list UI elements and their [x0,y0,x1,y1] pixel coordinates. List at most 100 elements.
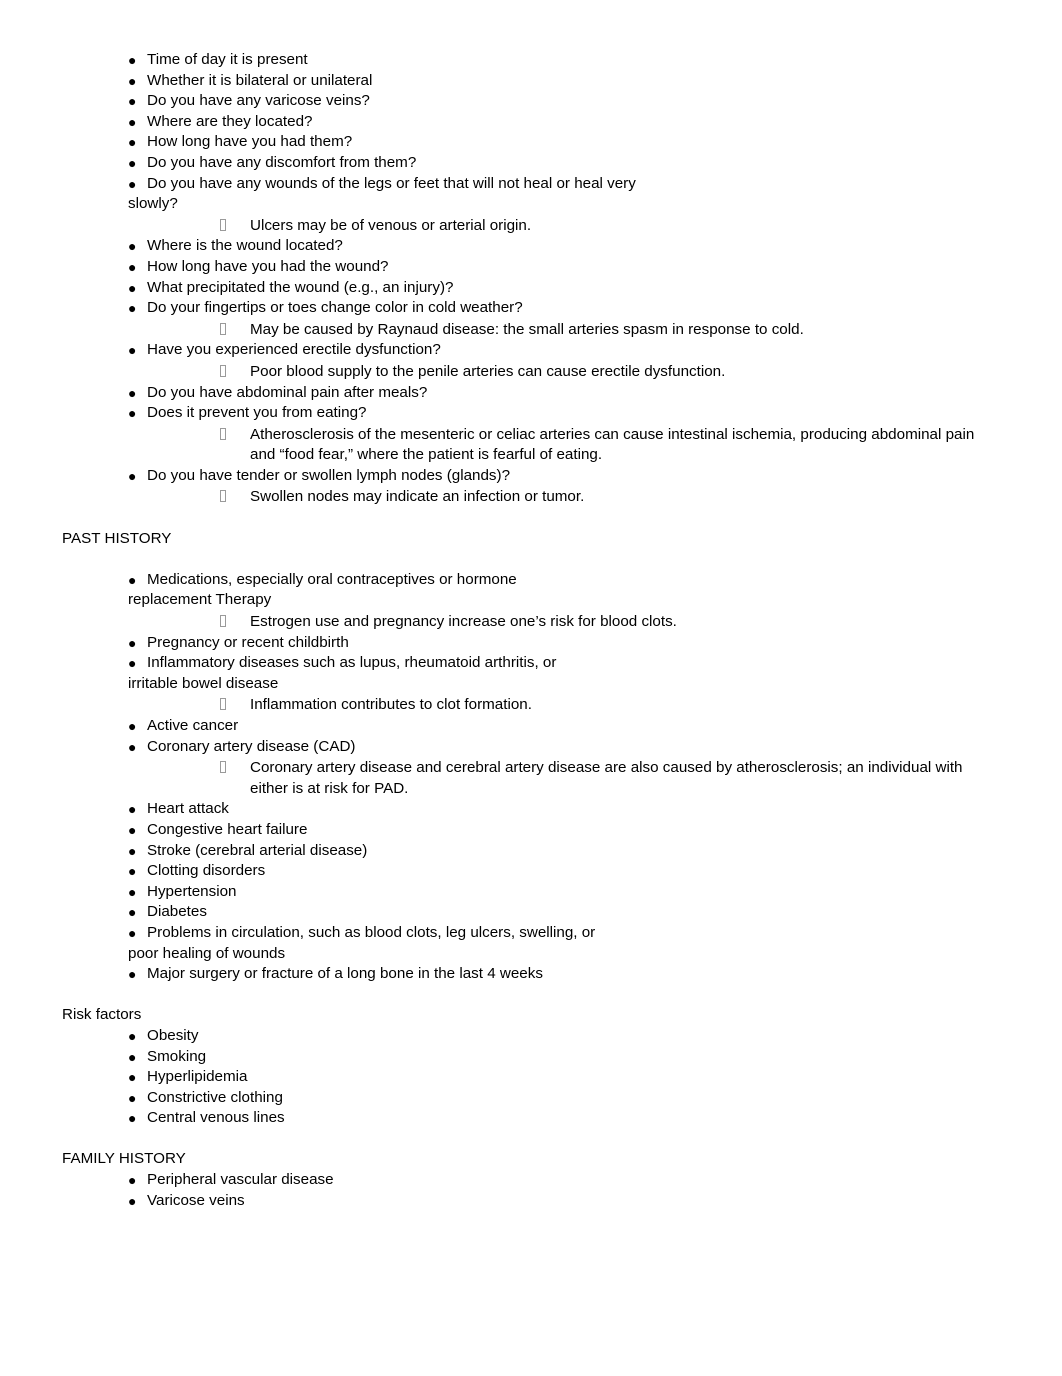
bullet-icon: ● [128,1110,137,1127]
list-item-text: Coronary artery disease (CAD) [147,737,356,755]
bullet-icon: ● [128,1048,137,1065]
list-item-text: Pregnancy or recent childbirth [147,633,349,651]
list-item-text: Medications, especially oral contracepti… [147,570,517,588]
list-item-text: Active cancer [147,717,239,734]
missing-glyph-box-icon [220,486,250,507]
sub-list-item-text: Swollen nodes may indicate an infection … [250,488,585,506]
list-item-text: Heart attack [147,800,229,818]
bullet-icon: ● [128,384,137,401]
bullet-icon: ● [128,93,137,110]
list-item-text: Time of day it is present [147,51,308,68]
bullet-icon: ● [128,238,137,255]
sub-list-item-text: Atherosclerosis of the mesenteric or cel… [250,425,975,464]
list-risk-factors: ● Obesity ● Smoking ● Hyperlipidemia ● Constric… [62,1026,1002,1129]
list-item-text: Where is the wound located? [147,237,343,255]
bullet-icon: ● [128,405,137,422]
list-item-text: Constrictive clothing [147,1088,283,1106]
list-item: ● Diabetes [128,902,1002,923]
list-item: ● Stroke (cerebral arterial disease) [128,841,1002,862]
sub-list-item-text: May be caused by Raynaud disease: the sm… [250,320,804,338]
sub-list-item-text: Poor blood supply to the penile arteries… [250,362,726,380]
list-item-text: How long have you had them? [147,133,353,151]
list-item-continuation: irritable bowel disease [128,674,279,692]
bullet-icon: ● [128,801,137,818]
list-item: ● Do you have abdominal pain after meals? [128,383,1002,404]
bullet-icon: ● [128,1172,137,1189]
list-item-continuation: poor healing of wounds [128,944,286,962]
missing-glyph-box-icon [220,757,250,778]
missing-glyph-box-icon [220,215,250,236]
sub-list-item: May be caused by Raynaud disease: the sm… [220,319,1002,341]
bullet-icon: ● [128,342,137,359]
tofu-box-icon [220,427,226,440]
bullet-icon: ● [128,279,137,296]
list-item: ● How long have you had them? [128,132,1002,153]
list-item: ● Hypertension [128,882,1002,903]
list-item: ● Obesity [128,1026,1002,1047]
list-item-text: Do you have any varicose veins? [147,92,370,110]
list-item: ● Do you have any varicose veins? [128,91,1002,112]
document-page: ● Time of day it is present ● Whether it is… [0,0,1062,1376]
list-item: ● Do you have any wounds of the legs or f… [128,174,1002,195]
section-heading-family-history: FAMILY HISTORY [62,1150,186,1168]
tofu-box-icon [220,490,226,503]
list-item-text: Peripheral vascular disease [147,1171,334,1189]
bullet-icon: ● [128,72,137,89]
list-item: ● Central venous lines [128,1108,1002,1129]
list-item: ● Coronary artery disease (CAD) [128,737,1002,758]
bullet-icon: ● [128,134,137,151]
list-item: ● Do you have tender or swollen lymph nod… [128,466,1002,487]
sub-list-item-text: Coronary artery disease and cerebral art… [250,759,963,797]
tofu-box-icon [220,698,226,711]
list-item-text: Problems in circulation, such as blood c… [147,923,596,941]
list-item: ● Problems in circulation, such as blood … [128,923,1002,944]
list-item-text: Do you have any discomfort from them? [147,153,417,171]
list-item-text: Hypertension [147,882,237,900]
list-item: ● Do your fingertips or toes change color… [128,298,1002,319]
bullet-icon: ● [128,1069,137,1086]
list-item: ● Where are they located? [128,112,1002,133]
missing-glyph-box-icon [220,694,250,715]
list-item: ● Constrictive clothing [128,1088,1002,1109]
list-item-text: Hyperlipidemia [147,1068,248,1086]
list-item-text: Have you experienced erectile dysfunctio… [147,341,441,359]
bullet-icon: ● [128,718,137,734]
bullet-icon: ● [128,258,137,275]
list-item: ● Varicose veins [128,1191,1002,1212]
list-past-history: ● Medications, especially oral contracept… [62,570,1002,985]
list-family-history: ● Peripheral vascular disease ● Varicose ve… [62,1170,1002,1211]
missing-glyph-box-icon [220,424,250,445]
tofu-box-icon [220,761,226,774]
list-item-text: Whether it is bilateral or unilateral [147,71,373,89]
bullet-icon: ● [128,842,137,859]
list-item: ● Does it prevent you from eating? [128,403,1002,424]
list-item: ● Medications, especially oral contracept… [128,570,1002,591]
tofu-box-icon [220,615,226,628]
list-item: ● Active cancer [128,716,1002,737]
tofu-box-icon [220,322,226,335]
list-item: ● Where is the wound located? [128,236,1002,257]
bullet-icon: ● [128,300,137,317]
bullet-icon: ● [128,467,137,484]
list-item-text: Diabetes [147,903,207,921]
list-symptoms-continued: ● Time of day it is present ● Whether it is… [62,50,1002,508]
sub-list-item-text: Estrogen use and pregnancy increase one’… [250,613,677,631]
list-item: ● What precipitated the wound (e.g., an i… [128,278,1002,299]
bullet-icon: ● [128,655,137,672]
list-item: ● Major surgery or fracture of a long bon… [128,964,1002,985]
bullet-icon: ● [128,113,137,130]
list-item: ● Smoking [128,1047,1002,1068]
list-item: ● Hyperlipidemia [128,1067,1002,1088]
bullet-icon: ● [128,571,137,588]
bullet-icon: ● [128,1192,137,1209]
sub-list-item: Inflammation contributes to clot formati… [220,694,1002,716]
list-item-text: Varicose veins [147,1191,245,1209]
list-item: ● How long have you had the wound? [128,257,1002,278]
list-item-text: Obesity [147,1026,199,1044]
missing-glyph-box-icon [220,319,250,340]
list-item: ● Clotting disorders [128,861,1002,882]
list-item-text: Do you have any wounds of the legs or fe… [147,174,636,192]
list-item-text: Clotting disorders [147,862,266,880]
sub-list-item: Atherosclerosis of the mesenteric or cel… [220,424,1002,466]
